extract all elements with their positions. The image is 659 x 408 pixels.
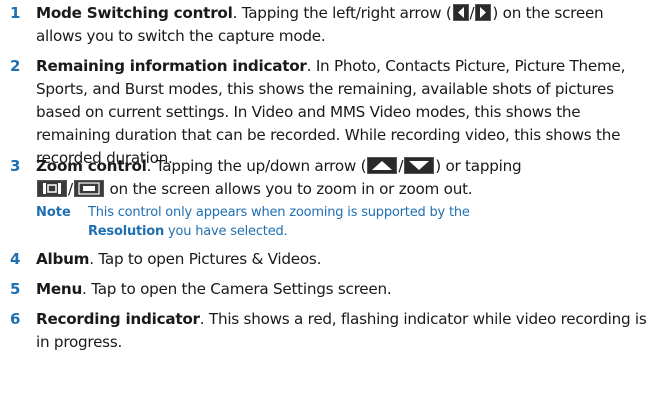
separator: / <box>68 180 73 198</box>
item-text: . Tapping the up/down arrow ( <box>146 157 367 175</box>
item-text: . Tapping the left/right arrow ( <box>232 4 452 22</box>
item-body: Menu. Tap to open the Camera Settings sc… <box>36 278 653 301</box>
down-arrow-icon <box>404 157 435 174</box>
up-arrow-icon <box>367 157 398 174</box>
note-text: This control only appears when zooming i… <box>88 205 470 239</box>
item-title: Mode Switching control <box>36 4 233 22</box>
item-number: 4 <box>10 250 21 268</box>
item-body: Remaining information indicator. In Phot… <box>36 55 653 170</box>
note-bold: Resolution <box>88 224 165 239</box>
item-number: 6 <box>10 310 21 328</box>
note-label: Note <box>36 205 71 220</box>
separator: / <box>398 157 404 175</box>
item-title: Zoom control <box>36 157 147 175</box>
item-number: 5 <box>10 280 21 298</box>
item-body: Album. Tap to open Pictures & Videos. <box>36 248 653 271</box>
item-number: 2 <box>10 57 21 75</box>
item-body: Recording indicator. This shows a red, f… <box>36 308 653 354</box>
item-title: Recording indicator <box>36 310 200 328</box>
item-text: . Tap to open the Camera Settings screen… <box>82 280 392 298</box>
item-body: Zoom control. Tapping the up/down arrow … <box>36 155 653 201</box>
item-title: Album <box>36 250 90 268</box>
zoom-out-icon <box>37 180 67 197</box>
left-arrow-icon <box>452 4 469 21</box>
right-arrow-icon <box>475 4 492 21</box>
zoom-in-icon <box>73 180 104 197</box>
item-title: Remaining information indicator <box>36 57 307 75</box>
manual-page: 1 Mode Switching control. Tapping the le… <box>0 0 659 408</box>
item-title: Menu <box>36 280 83 298</box>
separator: / <box>469 4 475 22</box>
item-body: Mode Switching control. Tapping the left… <box>36 2 653 48</box>
item-text: on the screen allows you to zoom in or z… <box>109 180 473 198</box>
item-number: 3 <box>10 157 21 175</box>
item-text: ) or tapping <box>435 157 522 175</box>
item-text: . Tap to open Pictures & Videos. <box>89 250 322 268</box>
item-number: 1 <box>10 4 21 22</box>
